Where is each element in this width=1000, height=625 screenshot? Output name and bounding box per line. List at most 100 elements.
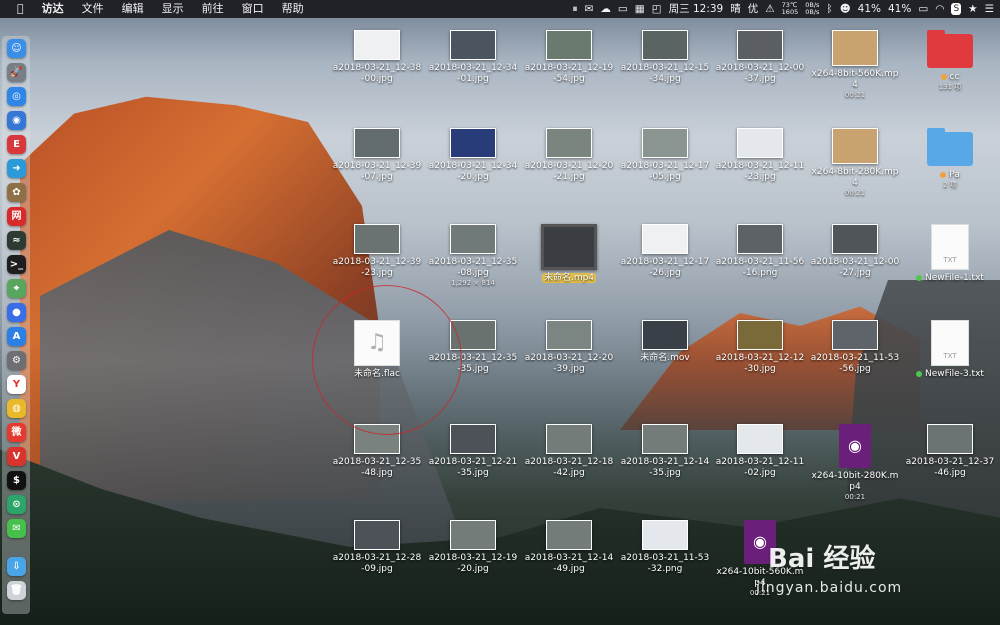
dock-wechat-icon[interactable]: ✉ <box>7 519 26 538</box>
dock-app-red-icon[interactable]: E <box>7 135 26 154</box>
bluetooth-icon[interactable]: ᛒ <box>826 0 832 18</box>
weather-label[interactable]: 晴 <box>730 0 741 18</box>
file-icon[interactable]: TXT NewFile-3.txt <box>905 320 995 380</box>
wechat-icon[interactable]: ✉ <box>585 0 594 18</box>
file-icon[interactable]: x264-8bit-280K.mp4 00:21 <box>810 128 900 198</box>
list-icon[interactable]: ☰ <box>985 0 994 18</box>
file-icon[interactable]: a2018-03-21_11-53-32.png <box>620 520 710 575</box>
file-meta-label: 00:21 <box>844 91 866 99</box>
file-icon[interactable]: a2018-03-21_12-17-05.jpg <box>620 128 710 183</box>
display-icon[interactable]: ▭ <box>618 0 628 18</box>
file-icon[interactable]: a2018-03-21_12-19-20.jpg <box>428 520 518 575</box>
dock-yandex-icon[interactable]: Y <box>7 375 26 394</box>
pause-icon[interactable]: ⏸ <box>572 0 577 18</box>
file-name-label: a2018-03-21_12-34-20.jpg <box>428 161 518 182</box>
image-thumbnail <box>737 30 783 60</box>
people-icon[interactable]: ☻ <box>840 0 851 18</box>
dock-app-green-icon[interactable]: ⊙ <box>7 495 26 514</box>
file-icon[interactable]: a2018-03-21_12-14-35.jpg <box>620 424 710 479</box>
file-icon[interactable]: a2018-03-21_12-15-34.jpg <box>620 30 710 85</box>
file-icon[interactable]: a2018-03-21_12-39-07.jpg <box>332 128 422 183</box>
battery-icon[interactable]: ▭ <box>918 0 928 18</box>
s-app-icon[interactable]: S <box>951 3 962 15</box>
dock-vivaldi-icon[interactable]: V <box>7 447 26 466</box>
menu-window[interactable]: 窗口 <box>233 0 273 18</box>
dock-system-preferences-icon[interactable]: ⚙ <box>7 351 26 370</box>
dock-siri-icon[interactable]: ● <box>7 303 26 322</box>
dock-weibo-icon[interactable]: 微 <box>7 423 26 442</box>
file-icon[interactable]: a2018-03-21_12-37-46.jpg <box>905 424 995 479</box>
dock-maps-icon[interactable]: ⌖ <box>7 279 26 298</box>
apple-menu-icon[interactable]:  <box>8 0 33 18</box>
file-icon[interactable]: a2018-03-21_12-00-27.jpg <box>810 224 900 279</box>
clock[interactable]: 周三 12:39 <box>669 0 724 18</box>
dock-migration-icon[interactable]: ➜ <box>7 159 26 178</box>
file-icon[interactable]: a2018-03-21_12-19-54.jpg <box>524 30 614 85</box>
screenshot-icon[interactable]: ◰ <box>652 0 662 18</box>
menu-file[interactable]: 文件 <box>73 0 113 18</box>
file-icon[interactable]: a2018-03-21_12-38-00.jpg <box>332 30 422 85</box>
file-icon[interactable]: a2018-03-21_12-17-26.jpg <box>620 224 710 279</box>
file-name-label: NewFile-1.txt <box>905 273 995 284</box>
wifi-icon[interactable]: ◠ <box>935 0 944 18</box>
star-icon[interactable]: ★ <box>968 0 977 18</box>
file-icon[interactable]: TXT NewFile-1.txt <box>905 224 995 284</box>
dock-terminal-2-icon[interactable]: $ <box>7 471 26 490</box>
file-icon[interactable]: a2018-03-21_12-20-21.jpg <box>524 128 614 183</box>
image-thumbnail <box>737 224 783 254</box>
image-thumbnail <box>354 128 400 158</box>
battery-percent-1[interactable]: 41% <box>858 0 881 18</box>
file-icon[interactable]: a2018-03-21_12-34-01.jpg <box>428 30 518 85</box>
file-icon[interactable]: a2018-03-21_12-14-49.jpg <box>524 520 614 575</box>
dock-trash-icon[interactable]: 🗑 <box>7 581 26 600</box>
file-icon[interactable]: 未命名.mp4 <box>524 224 614 284</box>
network-readout[interactable]: 0B/s 0B/s <box>805 2 819 16</box>
grid-icon[interactable]: ▦ <box>635 0 645 18</box>
file-name-label: x264-8bit-560K.mp4 <box>811 69 899 90</box>
file-icon[interactable]: ◉ x264-10bit-280K.mp4 00:21 <box>810 424 900 502</box>
tag-dot-icon <box>940 73 947 80</box>
menu-edit[interactable]: 编辑 <box>113 0 153 18</box>
image-thumbnail <box>450 520 496 550</box>
battery-percent-2[interactable]: 41% <box>888 0 911 18</box>
temperature-icon[interactable]: ⚠ <box>765 0 774 18</box>
image-thumbnail <box>450 224 496 254</box>
dock-finder-icon[interactable]: ☺ <box>7 39 26 58</box>
dock-chrome-icon[interactable]: ◍ <box>7 399 26 418</box>
file-icon[interactable]: a2018-03-21_12-12-30.jpg <box>715 320 805 375</box>
file-icon[interactable]: a2018-03-21_12-11-23.jpg <box>715 128 805 183</box>
file-icon[interactable]: a2018-03-21_11-53-56.jpg <box>810 320 900 375</box>
tag-dot-icon <box>940 171 947 178</box>
menu-help[interactable]: 帮助 <box>273 0 313 18</box>
menu-view[interactable]: 显示 <box>153 0 193 18</box>
file-icon[interactable]: a2018-03-21_12-18-42.jpg <box>524 424 614 479</box>
file-icon[interactable]: 未命名.mov <box>620 320 710 364</box>
file-icon[interactable]: x264-8bit-560K.mp4 00:21 <box>810 30 900 100</box>
dock-netease-music-icon[interactable]: 网 <box>7 207 26 226</box>
file-icon[interactable]: a2018-03-21_12-00-37.jpg <box>715 30 805 85</box>
dock-activity-monitor-icon[interactable]: ≈ <box>7 231 26 250</box>
file-icon[interactable]: a2018-03-21_12-39-23.jpg <box>332 224 422 279</box>
file-icon[interactable]: a2018-03-21_12-28-09.jpg <box>332 520 422 575</box>
sensor-readout[interactable]: 73℃ 1605 <box>782 2 799 16</box>
file-icon[interactable]: a2018-03-21_12-34-20.jpg <box>428 128 518 183</box>
dock-preview-icon[interactable]: ◉ <box>7 111 26 130</box>
file-icon[interactable]: Pa 2 项 <box>905 128 995 190</box>
dock-safari-icon[interactable]: ◎ <box>7 87 26 106</box>
dock-launchpad-icon[interactable]: 🚀 <box>7 63 26 82</box>
dock-downloads-folder-icon[interactable]: ⇩ <box>7 557 26 576</box>
file-icon[interactable]: a2018-03-21_12-35-08.jpg 1,292 × 814 <box>428 224 518 288</box>
file-icon[interactable]: a2018-03-21_12-11-02.jpg <box>715 424 805 479</box>
user-label[interactable]: 优 <box>748 0 759 18</box>
cloud-icon[interactable]: ☁ <box>600 0 611 18</box>
dock-app-store-icon[interactable]: A <box>7 327 26 346</box>
file-name-label: a2018-03-21_12-00-27.jpg <box>810 257 900 278</box>
menu-go[interactable]: 前往 <box>193 0 233 18</box>
dock-terminal-icon[interactable]: >_ <box>7 255 26 274</box>
menu-finder[interactable]: 访达 <box>33 0 73 18</box>
file-icon[interactable]: a2018-03-21_12-21-35.jpg <box>428 424 518 479</box>
file-icon[interactable]: cc 131 项 <box>905 30 995 92</box>
file-icon[interactable]: a2018-03-21_12-20-39.jpg <box>524 320 614 375</box>
file-icon[interactable]: a2018-03-21_11-56-16.png <box>715 224 805 279</box>
dock-app-brown-icon[interactable]: ✿ <box>7 183 26 202</box>
